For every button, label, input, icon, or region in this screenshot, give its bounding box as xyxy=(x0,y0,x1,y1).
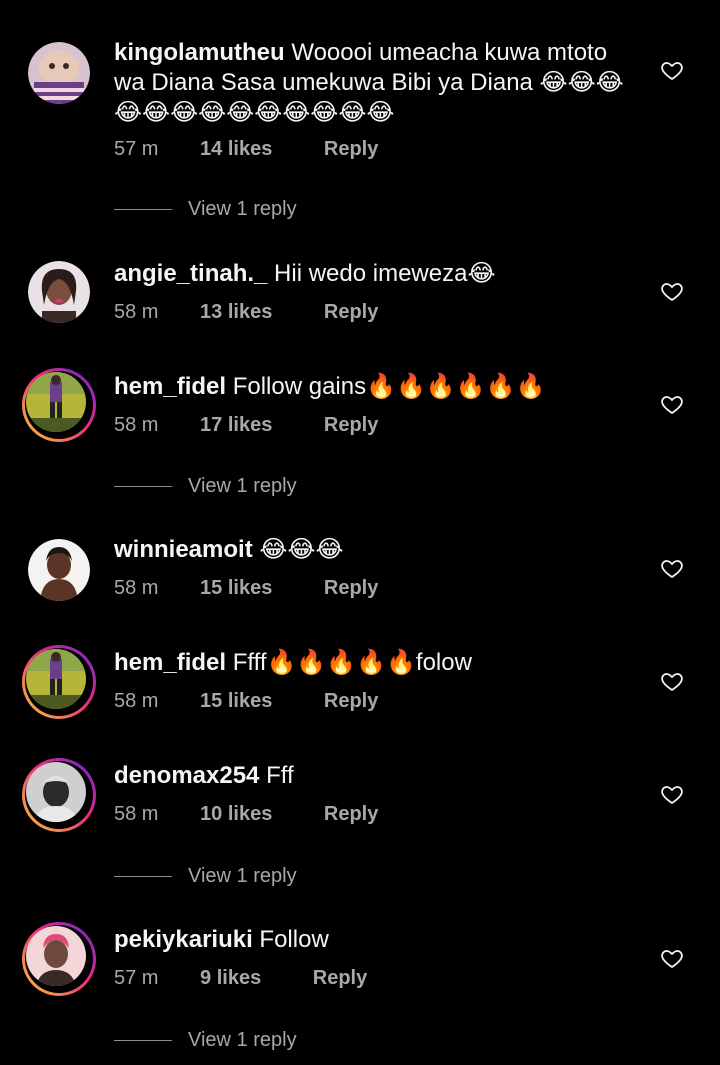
view-replies-label: View 1 reply xyxy=(188,1029,297,1051)
comment-body: Hii wedo imeweza😂 xyxy=(274,260,496,287)
avatar[interactable] xyxy=(22,922,96,996)
divider-line xyxy=(114,209,172,211)
reply-button[interactable]: Reply xyxy=(324,138,378,161)
comment-time: 58 m xyxy=(114,577,159,599)
view-replies-label: View 1 reply xyxy=(188,475,297,497)
view-replies-button[interactable]: View 1 reply xyxy=(114,198,297,221)
comment-meta: 58 m 15 likes Reply xyxy=(114,577,378,600)
avatar-image xyxy=(26,649,86,709)
view-replies-label: View 1 reply xyxy=(188,198,297,220)
comment-text: winnieamoit 😂😂😂 xyxy=(114,535,634,565)
comment-likes[interactable]: 14 likes xyxy=(200,138,272,161)
comment-meta: 58 m 10 likes Reply xyxy=(114,803,378,826)
comment-likes[interactable]: 10 likes xyxy=(200,803,272,826)
avatar-image xyxy=(28,42,90,104)
reply-button[interactable]: Reply xyxy=(324,803,378,826)
reply-button[interactable]: Reply xyxy=(324,690,378,713)
comment-likes[interactable]: 9 likes xyxy=(200,967,261,990)
heart-outline-icon[interactable] xyxy=(660,556,684,580)
heart-outline-icon[interactable] xyxy=(660,946,684,970)
comment-likes[interactable]: 17 likes xyxy=(200,414,272,437)
avatar[interactable] xyxy=(22,645,96,719)
comment-body: Follow gains🔥🔥🔥🔥🔥🔥 xyxy=(232,373,546,400)
comment-text: pekiykariuki Follow xyxy=(114,925,634,955)
comment-username[interactable]: denomax254 xyxy=(114,762,259,789)
heart-outline-icon[interactable] xyxy=(660,58,684,82)
comment-time: 58 m xyxy=(114,690,159,712)
comment-likes[interactable]: 15 likes xyxy=(200,690,272,713)
comment-username[interactable]: hem_fidel xyxy=(114,649,226,676)
comment-meta: 58 m 15 likes Reply xyxy=(114,690,378,713)
heart-outline-icon[interactable] xyxy=(660,392,684,416)
heart-outline-icon[interactable] xyxy=(660,669,684,693)
comment-username[interactable]: kingolamutheu xyxy=(114,39,285,66)
avatar-image xyxy=(26,926,86,986)
comment-time: 58 m xyxy=(114,301,159,323)
comment-body: Fff xyxy=(266,762,294,789)
comment-likes[interactable]: 15 likes xyxy=(200,577,272,600)
avatar[interactable] xyxy=(22,758,96,832)
divider-line xyxy=(114,876,172,878)
view-replies-button[interactable]: View 1 reply xyxy=(114,1029,297,1052)
comment-time: 58 m xyxy=(114,414,159,436)
comment-text: hem_fidel Follow gains🔥🔥🔥🔥🔥🔥 xyxy=(114,372,634,402)
heart-outline-icon[interactable] xyxy=(660,782,684,806)
comment-text: hem_fidel Ffff🔥🔥🔥🔥🔥folow xyxy=(114,648,634,678)
comment-time: 57 m xyxy=(114,967,159,989)
comment-meta: 58 m 17 likes Reply xyxy=(114,414,378,437)
comment-body: Ffff🔥🔥🔥🔥🔥folow xyxy=(232,649,472,676)
comment-text: kingolamutheu Wooooi umeacha kuwa mtoto … xyxy=(114,38,634,128)
comment-username[interactable]: pekiykariuki xyxy=(114,926,253,953)
comment-username[interactable]: angie_tinah._ xyxy=(114,260,267,287)
divider-line xyxy=(114,1040,172,1042)
view-replies-button[interactable]: View 1 reply xyxy=(114,475,297,498)
reply-button[interactable]: Reply xyxy=(324,414,378,437)
comment-username[interactable]: winnieamoit xyxy=(114,536,253,563)
reply-button[interactable]: Reply xyxy=(313,967,367,990)
reply-button[interactable]: Reply xyxy=(324,577,378,600)
avatar[interactable] xyxy=(22,368,96,442)
comment-meta: 57 m 9 likes Reply xyxy=(114,967,367,990)
comment-body: 😂😂😂 xyxy=(259,536,344,563)
comment-meta: 57 m 14 likes Reply xyxy=(114,138,378,161)
comment-username[interactable]: hem_fidel xyxy=(114,373,226,400)
heart-outline-icon[interactable] xyxy=(660,279,684,303)
avatar-image xyxy=(26,372,86,432)
comment-text: denomax254 Fff xyxy=(114,761,634,791)
avatar[interactable] xyxy=(28,261,90,323)
avatar-image xyxy=(28,261,90,323)
view-replies-button[interactable]: View 1 reply xyxy=(114,865,297,888)
comment-likes[interactable]: 13 likes xyxy=(200,301,272,324)
avatar-image xyxy=(26,762,86,822)
view-replies-label: View 1 reply xyxy=(188,865,297,887)
avatar[interactable] xyxy=(28,539,90,601)
comment-meta: 58 m 13 likes Reply xyxy=(114,301,378,324)
comment-text: angie_tinah._ Hii wedo imeweza😂 xyxy=(114,259,634,289)
avatar[interactable] xyxy=(28,42,90,104)
comment-body: Follow xyxy=(259,926,329,953)
comment-time: 58 m xyxy=(114,803,159,825)
divider-line xyxy=(114,486,172,488)
avatar-image xyxy=(28,539,90,601)
reply-button[interactable]: Reply xyxy=(324,301,378,324)
comment-time: 57 m xyxy=(114,138,159,160)
